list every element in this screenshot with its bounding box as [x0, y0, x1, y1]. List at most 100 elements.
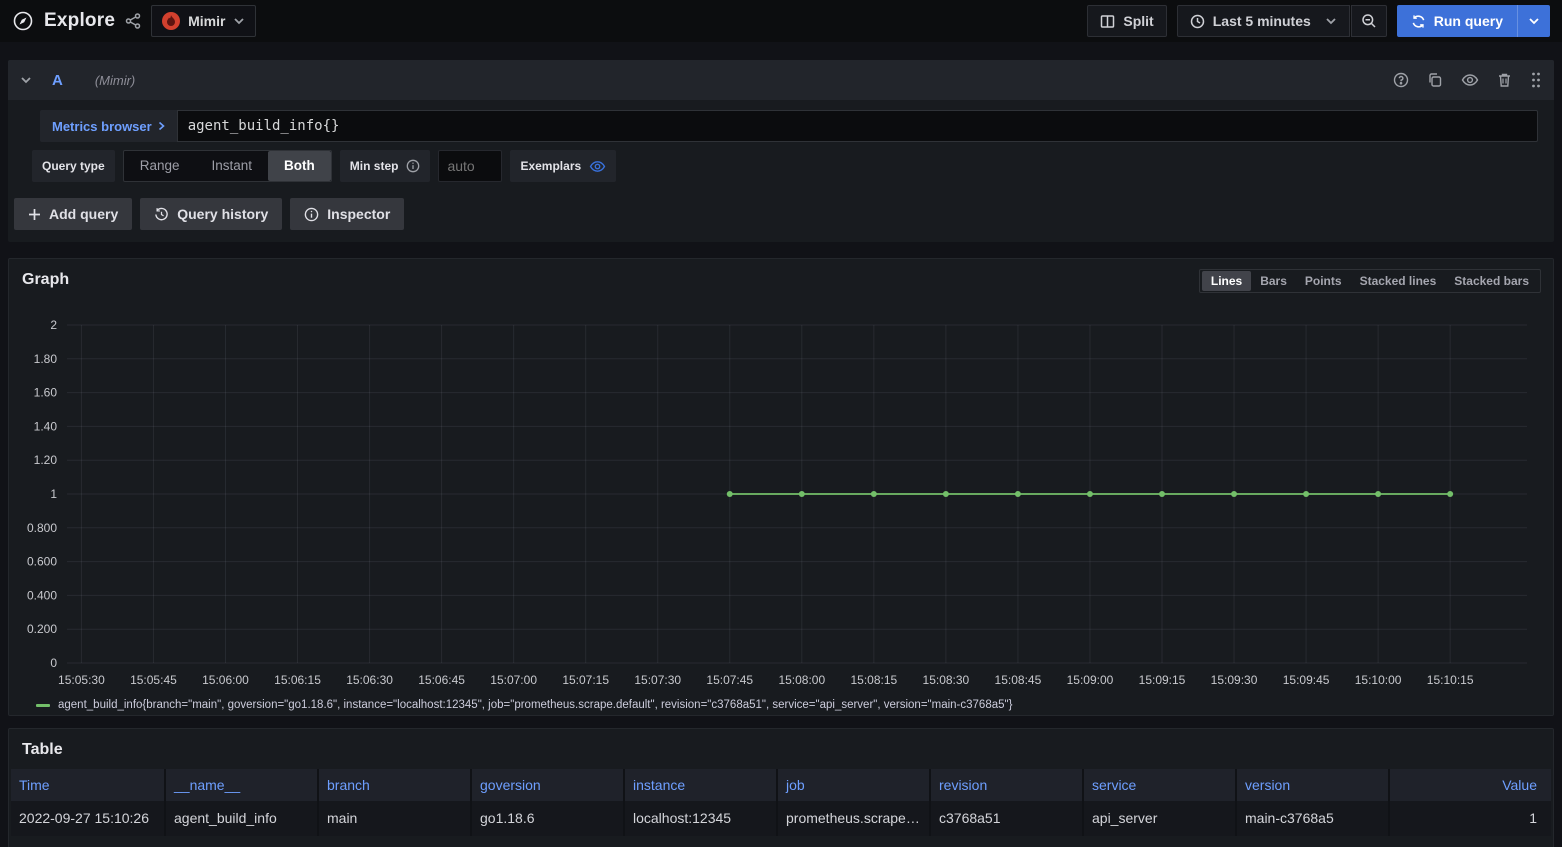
cell-name[interactable]: agent_build_info — [166, 801, 319, 836]
share-icon[interactable] — [125, 13, 141, 29]
series-point[interactable] — [1303, 491, 1309, 497]
sync-icon — [1411, 14, 1426, 29]
cell-instance[interactable]: localhost:12345 — [625, 801, 778, 836]
query-datasource-hint: (Mimir) — [95, 73, 135, 88]
min-step-label-text: Min step — [350, 159, 399, 173]
query-history-button[interactable]: Query history — [140, 198, 282, 230]
x-tick-label: 15:08:30 — [923, 673, 970, 687]
datasource-name: Mimir — [188, 13, 225, 29]
col-header-name[interactable]: __name__ — [166, 769, 319, 801]
drag-handle-icon[interactable] — [1530, 71, 1542, 89]
y-tick-label: 1 — [50, 487, 57, 501]
cell-goversion[interactable]: go1.18.6 — [472, 801, 625, 836]
series-point[interactable] — [871, 491, 877, 497]
chevron-down-icon — [233, 17, 245, 25]
x-tick-label: 15:10:00 — [1355, 673, 1402, 687]
tab-stacked-bars[interactable]: Stacked bars — [1445, 271, 1538, 291]
series-point[interactable] — [1375, 491, 1381, 497]
help-icon[interactable] — [1393, 72, 1409, 88]
cell-branch[interactable]: main — [319, 801, 472, 836]
collapse-chevron-icon[interactable] — [20, 76, 32, 84]
hide-response-eye-icon[interactable] — [1461, 73, 1479, 87]
results-table: Time __name__ branch goversion instance … — [11, 769, 1551, 836]
split-button[interactable]: Split — [1087, 5, 1166, 37]
cell-service[interactable]: api_server — [1084, 801, 1237, 836]
col-header-job[interactable]: job — [778, 769, 931, 801]
info-circle-icon — [304, 207, 319, 222]
add-query-button[interactable]: Add query — [14, 198, 132, 230]
plus-icon — [28, 208, 41, 221]
clock-icon — [1190, 14, 1205, 29]
query-type-range[interactable]: Range — [124, 151, 196, 181]
top-toolbar: Explore Mimir Split — [0, 0, 1562, 42]
inspector-label: Inspector — [327, 206, 390, 222]
cell-revision[interactable]: c3768a51 — [931, 801, 1084, 836]
exemplars-label-text: Exemplars — [520, 159, 581, 173]
graph-legend: agent_build_info{branch="main", goversio… — [9, 693, 1553, 721]
tab-points[interactable]: Points — [1296, 271, 1351, 291]
col-header-branch[interactable]: branch — [319, 769, 472, 801]
query-row-header[interactable]: A (Mimir) — [8, 60, 1554, 100]
x-tick-label: 15:08:45 — [995, 673, 1042, 687]
zoom-out-icon — [1361, 13, 1377, 29]
col-header-revision[interactable]: revision — [931, 769, 1084, 801]
inspector-button[interactable]: Inspector — [290, 198, 404, 230]
series-point[interactable] — [1231, 491, 1237, 497]
zoom-out-button[interactable] — [1351, 5, 1387, 37]
cell-job[interactable]: prometheus.scrape.… — [778, 801, 931, 836]
query-type-instant[interactable]: Instant — [196, 151, 269, 181]
run-query-caret[interactable] — [1517, 5, 1550, 37]
col-header-time[interactable]: Time — [11, 769, 166, 801]
legend-series-swatch — [36, 704, 50, 707]
y-tick-label: 1.20 — [34, 453, 58, 467]
col-header-version[interactable]: version — [1237, 769, 1390, 801]
metrics-browser-button[interactable]: Metrics browser — [40, 110, 177, 142]
series-point[interactable] — [1015, 491, 1021, 497]
y-tick-label: 0 — [50, 656, 57, 670]
duplicate-icon[interactable] — [1427, 72, 1443, 88]
tab-lines[interactable]: Lines — [1202, 271, 1251, 291]
y-tick-label: 0.400 — [27, 588, 57, 602]
explore-compass-icon — [12, 10, 34, 32]
legend-series-label[interactable]: agent_build_info{branch="main", goversio… — [58, 699, 1012, 711]
series-point[interactable] — [1159, 491, 1165, 497]
query-type-both[interactable]: Both — [268, 151, 331, 181]
min-step-label: Min step — [340, 150, 431, 182]
y-tick-label: 0.200 — [27, 622, 57, 636]
series-point[interactable] — [1447, 491, 1453, 497]
x-tick-label: 15:07:00 — [490, 673, 537, 687]
split-label: Split — [1123, 13, 1153, 29]
series-point[interactable] — [943, 491, 949, 497]
graph-panel: Graph Lines Bars Points Stacked lines St… — [8, 258, 1554, 716]
col-header-service[interactable]: service — [1084, 769, 1237, 801]
datasource-picker[interactable]: Mimir — [151, 5, 256, 37]
series-point[interactable] — [799, 491, 805, 497]
cell-value[interactable]: 1 — [1390, 801, 1551, 836]
query-expression-input[interactable] — [177, 110, 1538, 142]
series-point[interactable] — [1087, 491, 1093, 497]
exemplars-label: Exemplars — [510, 150, 616, 182]
info-circle-icon[interactable] — [406, 159, 420, 173]
graph-canvas[interactable]: 21.801.601.401.2010.8000.6000.4000.20001… — [19, 313, 1535, 693]
remove-query-trash-icon[interactable] — [1497, 72, 1512, 88]
add-query-label: Add query — [49, 206, 118, 222]
cell-time[interactable]: 2022-09-27 15:10:26 — [11, 801, 166, 836]
col-header-value[interactable]: Value — [1390, 769, 1551, 801]
col-header-instance[interactable]: instance — [625, 769, 778, 801]
y-tick-label: 2 — [50, 318, 57, 332]
y-tick-label: 1.60 — [34, 386, 58, 400]
tab-bars[interactable]: Bars — [1251, 271, 1296, 291]
x-tick-label: 15:06:00 — [202, 673, 249, 687]
mimir-logo-icon — [162, 12, 180, 30]
exemplars-eye-icon[interactable] — [589, 160, 606, 173]
col-header-goversion[interactable]: goversion — [472, 769, 625, 801]
series-point[interactable] — [727, 491, 733, 497]
y-tick-label: 0.800 — [27, 521, 57, 535]
tab-stacked-lines[interactable]: Stacked lines — [1351, 271, 1446, 291]
time-range-picker[interactable]: Last 5 minutes — [1177, 5, 1350, 37]
min-step-input[interactable] — [438, 150, 502, 182]
x-tick-label: 15:06:30 — [346, 673, 393, 687]
run-query-button[interactable]: Run query — [1397, 5, 1550, 37]
x-tick-label: 15:09:00 — [1067, 673, 1114, 687]
cell-version[interactable]: main-c3768a5 — [1237, 801, 1390, 836]
